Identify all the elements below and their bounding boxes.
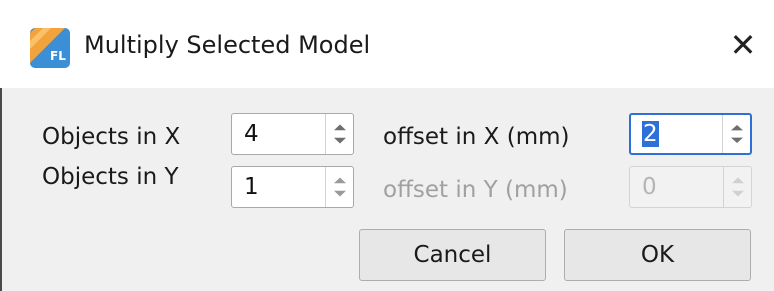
spin-up-icon xyxy=(334,177,346,184)
close-icon: ✕ xyxy=(729,26,757,64)
offset-in-y-spinbox: 0 xyxy=(629,166,752,208)
spin-arrows[interactable] xyxy=(325,167,353,207)
offset-in-y-label: offset in Y (mm) xyxy=(383,177,568,203)
spin-down-icon xyxy=(732,190,744,197)
offset-in-y-value: 0 xyxy=(642,174,657,200)
objects-in-y-spinbox[interactable]: 1 xyxy=(231,166,354,208)
spin-down-icon xyxy=(334,137,346,144)
offset-in-x-value[interactable]: 2 xyxy=(642,120,659,148)
spin-arrows[interactable] xyxy=(722,115,750,153)
offset-in-x-spinbox[interactable]: 2 xyxy=(629,113,752,155)
spin-down-icon xyxy=(334,190,346,197)
spin-up-icon xyxy=(334,124,346,131)
dialog-title: Multiply Selected Model xyxy=(84,31,371,59)
spin-down-icon xyxy=(731,137,743,144)
spin-arrows xyxy=(723,167,751,207)
objects-in-y-value[interactable]: 1 xyxy=(244,173,259,201)
objects-in-x-value[interactable]: 4 xyxy=(244,120,259,148)
cancel-button[interactable]: Cancel xyxy=(359,229,546,281)
objects-in-x-label: Objects in X xyxy=(42,124,181,150)
offset-in-x-label: offset in X (mm) xyxy=(383,124,570,150)
svg-text:FL: FL xyxy=(50,49,66,63)
ok-button[interactable]: OK xyxy=(564,229,751,281)
spin-up-icon xyxy=(732,177,744,184)
title-bar: FL Multiply Selected Model ✕ xyxy=(0,0,774,88)
offset-in-x-selected-text: 2 xyxy=(642,121,659,147)
objects-in-x-spinbox[interactable]: 4 xyxy=(231,113,354,155)
dialog-body: Objects in X 4 offset in X (mm) 2 Object… xyxy=(0,88,774,291)
spin-up-icon xyxy=(731,124,743,131)
objects-in-y-label: Objects in Y xyxy=(42,164,179,190)
close-button[interactable]: ✕ xyxy=(720,22,766,68)
app-icon: FL xyxy=(29,27,71,69)
spin-arrows[interactable] xyxy=(325,114,353,154)
